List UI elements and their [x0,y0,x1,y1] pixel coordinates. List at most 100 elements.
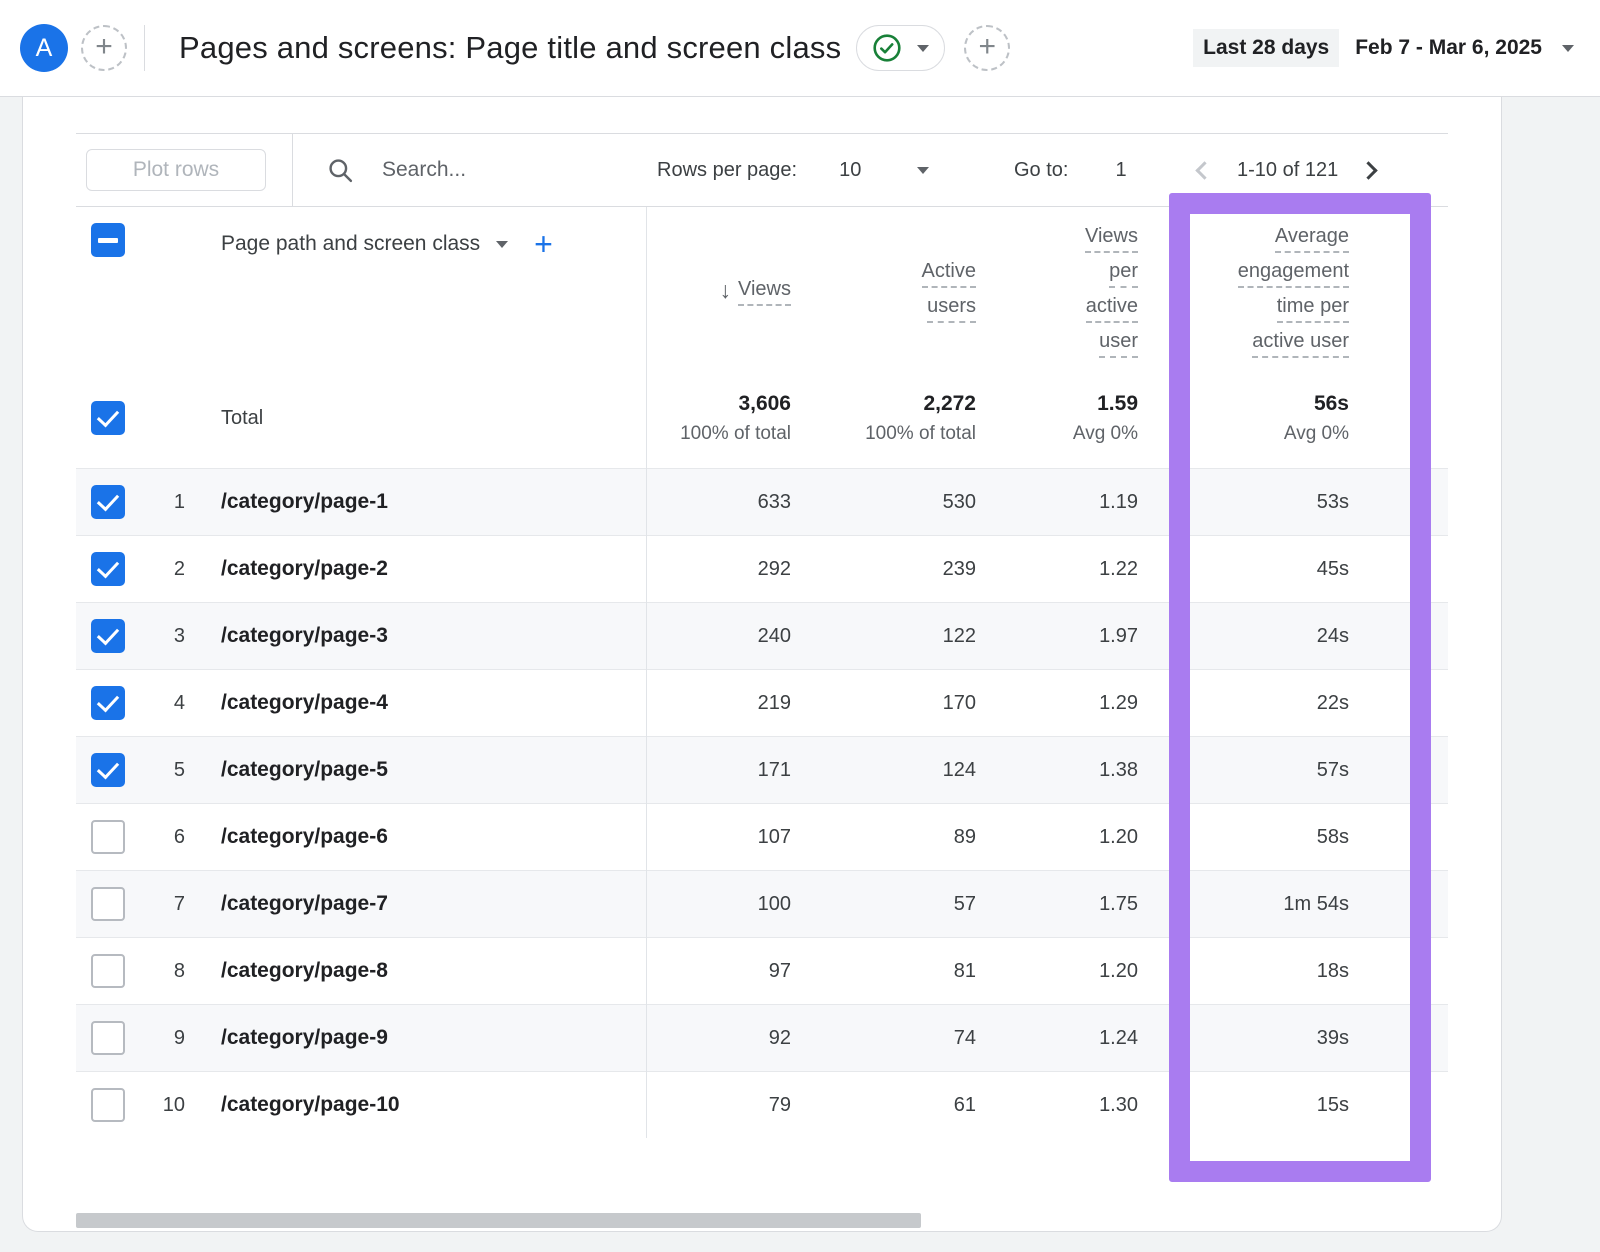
active-users-value: 74 [791,1027,976,1050]
row-checkbox[interactable] [91,887,125,921]
row-checkbox[interactable] [91,820,125,854]
row-number: 6 [125,826,185,849]
date-range-selector[interactable] [1562,45,1574,52]
row-checkbox[interactable] [91,552,125,586]
scrollbar-thumb[interactable] [76,1213,921,1228]
row-number: 9 [125,1027,185,1050]
search-group [326,134,610,206]
active-users-value: 89 [791,826,976,849]
go-to-label: Go to: [1014,159,1068,182]
views-per-user-value: 1.38 [976,759,1138,782]
views-per-user-value: 1.97 [976,625,1138,648]
add-comparison-button[interactable]: + [81,25,127,71]
table-row: 5/category/page-51711241.3857s [76,736,1448,803]
table-row: 1/category/page-16335301.1953s [76,468,1448,535]
engagement-time-value: 1m 54s [1138,893,1349,916]
row-checkbox[interactable] [91,686,125,720]
views-value: 292 [646,558,791,581]
row-checkbox[interactable] [91,1021,125,1055]
go-to-input[interactable]: 1 [1115,159,1126,182]
table-rows: 1/category/page-16335301.1953s2/category… [76,468,1448,1138]
metric-headers: ↓ViewsActiveusersViewsperactiveuserAvera… [646,223,1448,366]
total-views-per-user: 1.59 Avg 0% [976,392,1138,445]
page-path: /category/page-6 [221,825,388,848]
add-report-button[interactable]: + [964,25,1010,71]
row-number: 1 [125,491,185,514]
row-number: 3 [125,625,185,648]
views-value: 92 [646,1027,791,1050]
page-path: /category/page-1 [221,490,388,513]
search-icon [326,156,355,185]
views-per-user-value: 1.20 [976,826,1138,849]
row-checkbox[interactable] [91,485,125,519]
views-value: 240 [646,625,791,648]
rows-per-page-caret[interactable] [917,167,929,174]
row-checkbox[interactable] [91,954,125,988]
dimension-header[interactable]: Page path and screen class + [221,228,646,260]
report-status-dropdown[interactable] [856,25,945,71]
rows-per-page-value[interactable]: 10 [839,159,861,182]
horizontal-scrollbar [76,1213,1448,1228]
engagement-time-value: 22s [1138,692,1349,715]
add-dimension-icon[interactable]: + [534,228,553,260]
views-per-user-value: 1.19 [976,491,1138,514]
active-users-value: 170 [791,692,976,715]
date-range-value: Feb 7 - Mar 6, 2025 [1355,36,1542,60]
dimension-caret-icon [496,241,508,248]
table-row: 2/category/page-22922391.2245s [76,535,1448,602]
search-input[interactable] [380,157,610,183]
prev-page-button[interactable] [1195,161,1213,179]
date-range-preset: Last 28 days [1193,29,1339,67]
row-checkbox[interactable] [91,1088,125,1122]
chevron-down-icon [917,45,929,52]
total-checkbox[interactable] [91,401,125,435]
row-number: 5 [125,759,185,782]
dimension-header-label: Page path and screen class [221,232,480,256]
engagement-time-value: 39s [1138,1027,1349,1050]
page-path: /category/page-2 [221,557,388,580]
table-row: 6/category/page-6107891.2058s [76,803,1448,870]
active-users-value: 57 [791,893,976,916]
row-checkbox[interactable] [91,619,125,653]
row-number: 8 [125,960,185,983]
active-users-value: 61 [791,1094,976,1117]
page-path: /category/page-9 [221,1026,388,1049]
page-path: /category/page-10 [221,1093,400,1116]
rows-per-page: Rows per page: 10 [657,134,929,206]
row-checkbox[interactable] [91,753,125,787]
pagination-range: 1-10 of 121 [1237,159,1338,182]
metric-header-views[interactable]: ↓Views [646,279,791,314]
pagination: 1-10 of 121 [1198,134,1375,206]
engagement-time-value: 15s [1138,1094,1349,1117]
select-all-checkbox[interactable] [91,223,125,257]
active-users-value: 122 [791,625,976,648]
total-engagement-time: 56s Avg 0% [1138,392,1349,445]
metric-header-views-per-active-user[interactable]: Viewsperactiveuser [976,226,1138,366]
page-path: /category/page-5 [221,758,388,781]
table-row: 8/category/page-897811.2018s [76,937,1448,1004]
views-value: 97 [646,960,791,983]
table-toolbar: Plot rows Rows per page: 10 Go to: 1 1-1… [76,133,1448,207]
table-row: 4/category/page-42191701.2922s [76,669,1448,736]
views-value: 633 [646,491,791,514]
data-table: Page path and screen class + ↓ViewsActiv… [76,207,1448,1138]
views-per-user-value: 1.29 [976,692,1138,715]
engagement-time-value: 18s [1138,960,1349,983]
active-users-value: 239 [791,558,976,581]
row-number: 2 [125,558,185,581]
views-value: 219 [646,692,791,715]
sort-descending-icon: ↓ [720,279,732,302]
metric-header-active-users[interactable]: Activeusers [791,261,976,331]
header-divider [144,25,145,71]
metric-header-average-engagement-time-per-active-user[interactable]: Averageengagementtime peractive user [1138,226,1349,366]
active-users-value: 530 [791,491,976,514]
report-card: Plot rows Rows per page: 10 Go to: 1 1-1… [22,97,1502,1232]
views-value: 171 [646,759,791,782]
account-avatar[interactable]: A [20,24,68,72]
next-page-button[interactable] [1360,161,1378,179]
views-value: 100 [646,893,791,916]
page-title: Pages and screens: Page title and screen… [179,30,841,66]
plot-rows-button[interactable]: Plot rows [86,149,266,191]
table-row: 10/category/page-1079611.3015s [76,1071,1448,1138]
go-to: Go to: 1 [1014,134,1127,206]
